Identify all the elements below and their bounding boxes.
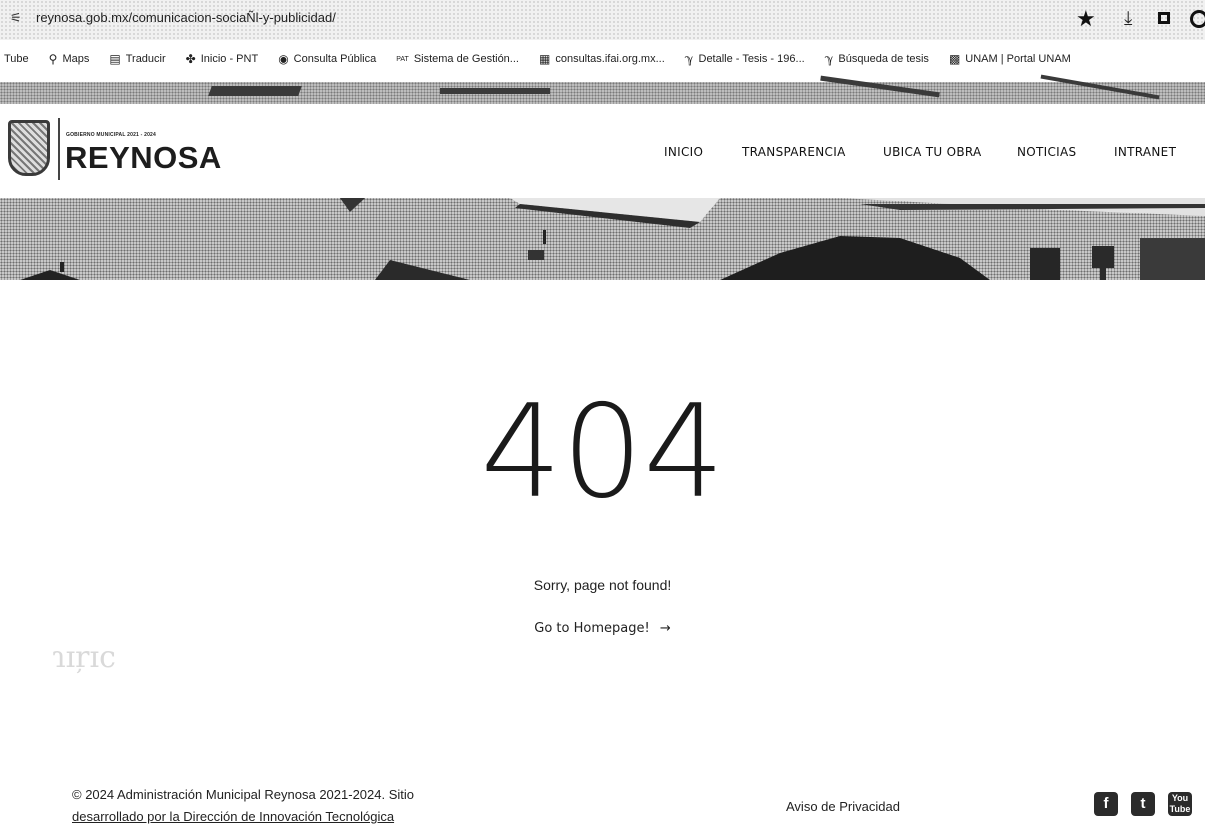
bookmark-label: Detalle - Tesis - 196... [698,53,805,65]
footer-copyright: © 2024 Administración Municipal Reynosa … [72,784,502,828]
tune-icon[interactable]: ⚟ [10,10,22,26]
top-banner-image [0,74,1205,104]
logo-name[interactable]: REYNOSA [65,140,222,176]
hero-banner-image [0,198,1205,280]
bookmark-detalle-tesis[interactable]: ℽ Detalle - Tesis - 196... [685,52,805,66]
bookmark-label: Tube [4,53,29,65]
youtube-icon[interactable]: You Tube [1168,792,1192,816]
bookmark-busqueda-tesis[interactable]: ℽ Búsqueda de tesis [825,52,929,66]
profile-icon[interactable] [1190,10,1205,28]
bookmark-consultas-ifai[interactable]: ▦ consultas.ifai.org.mx... [539,52,665,66]
bookmark-sistema-gestion[interactable]: PAT Sistema de Gestión... [396,53,519,65]
nav-noticias[interactable]: NOTICIAS [1017,145,1076,159]
error-message: Sorry, page not found! [533,577,672,593]
bookmark-traducir[interactable]: ▤ Traducir [109,52,165,66]
url-text[interactable]: reynosa.gob.mx/comunicacion-sociaÑl-y-pu… [36,10,336,25]
nav-ubica-tu-obra[interactable]: UBICA TU OBRA [883,145,982,159]
document-icon: ▦ [538,52,551,66]
bookmark-maps[interactable]: ⚲ Maps [49,52,90,66]
bookmarks-bar: Tube ⚲ Maps ▤ Traducir ✤ Inicio - PNT ◉ … [0,44,1205,74]
side-panel-icon[interactable] [1158,12,1170,24]
arrow-right-icon: → [659,621,671,636]
bookmark-label: Maps [62,53,90,65]
unam-icon: ▩ [948,52,961,66]
facebook-icon[interactable]: f [1094,792,1118,816]
bookmark-label: Inicio - PNT [200,53,259,65]
nav-intranet[interactable]: INTRANET [1114,145,1176,159]
innovacion-tecnologica-link[interactable]: desarrollado por la Dirección de Innovac… [72,809,394,824]
copyright-line-1: © 2024 Administración Municipal Reynosa … [72,787,414,802]
bookmark-youtube[interactable]: Tube [4,53,29,65]
scjn-icon: ℽ [684,52,694,66]
aviso-de-privacidad-link[interactable]: Aviso de Privacidad [786,799,900,814]
bookmark-label: Búsqueda de tesis [838,53,929,65]
bookmark-star-icon[interactable]: ★ [1076,6,1096,32]
logo-divider [58,118,60,180]
scan-artifact: ɿɪŗɪc [52,640,116,675]
pnt-icon: ✤ [185,52,196,66]
bookmark-inicio-pnt[interactable]: ✤ Inicio - PNT [186,52,259,66]
nav-inicio[interactable]: INICIO [664,145,703,159]
pat-icon: PAT [396,55,409,63]
download-icon[interactable]: ⤓ [1124,8,1132,30]
nav-transparencia[interactable]: TRANSPARENCIA [742,145,846,159]
bookmark-label: Traducir [125,53,166,65]
bookmark-consulta-publica[interactable]: ◉ Consulta Pública [278,52,376,66]
site-header: GOBIERNO MUNICIPAL 2021 - 2024 REYNOSA I… [0,104,1205,198]
map-pin-icon: ⚲ [48,52,58,66]
bookmark-unam[interactable]: ▩ UNAM | Portal UNAM [949,52,1071,66]
globe-icon: ◉ [278,52,289,66]
twitter-icon[interactable]: t [1131,792,1155,816]
home-link-label: Go to Homepage! [534,621,650,636]
go-to-homepage-link[interactable]: Go to Homepage! → [0,621,1205,636]
bookmark-label: UNAM | Portal UNAM [965,53,1071,65]
bookmark-label: consultas.ifai.org.mx... [555,53,665,65]
address-bar[interactable]: ⚟ reynosa.gob.mx/comunicacion-sociaÑl-y-… [0,0,1205,40]
bookmark-label: Consulta Pública [293,53,377,65]
bookmark-label: Sistema de Gestión... [413,53,519,65]
translate-icon: ▤ [109,52,121,66]
error-code: 404 [480,378,725,527]
reynosa-coat-of-arms-logo[interactable] [8,120,50,176]
scjn-icon: ℽ [824,52,834,66]
logo-subtitle: GOBIERNO MUNICIPAL 2021 - 2024 [66,132,157,138]
